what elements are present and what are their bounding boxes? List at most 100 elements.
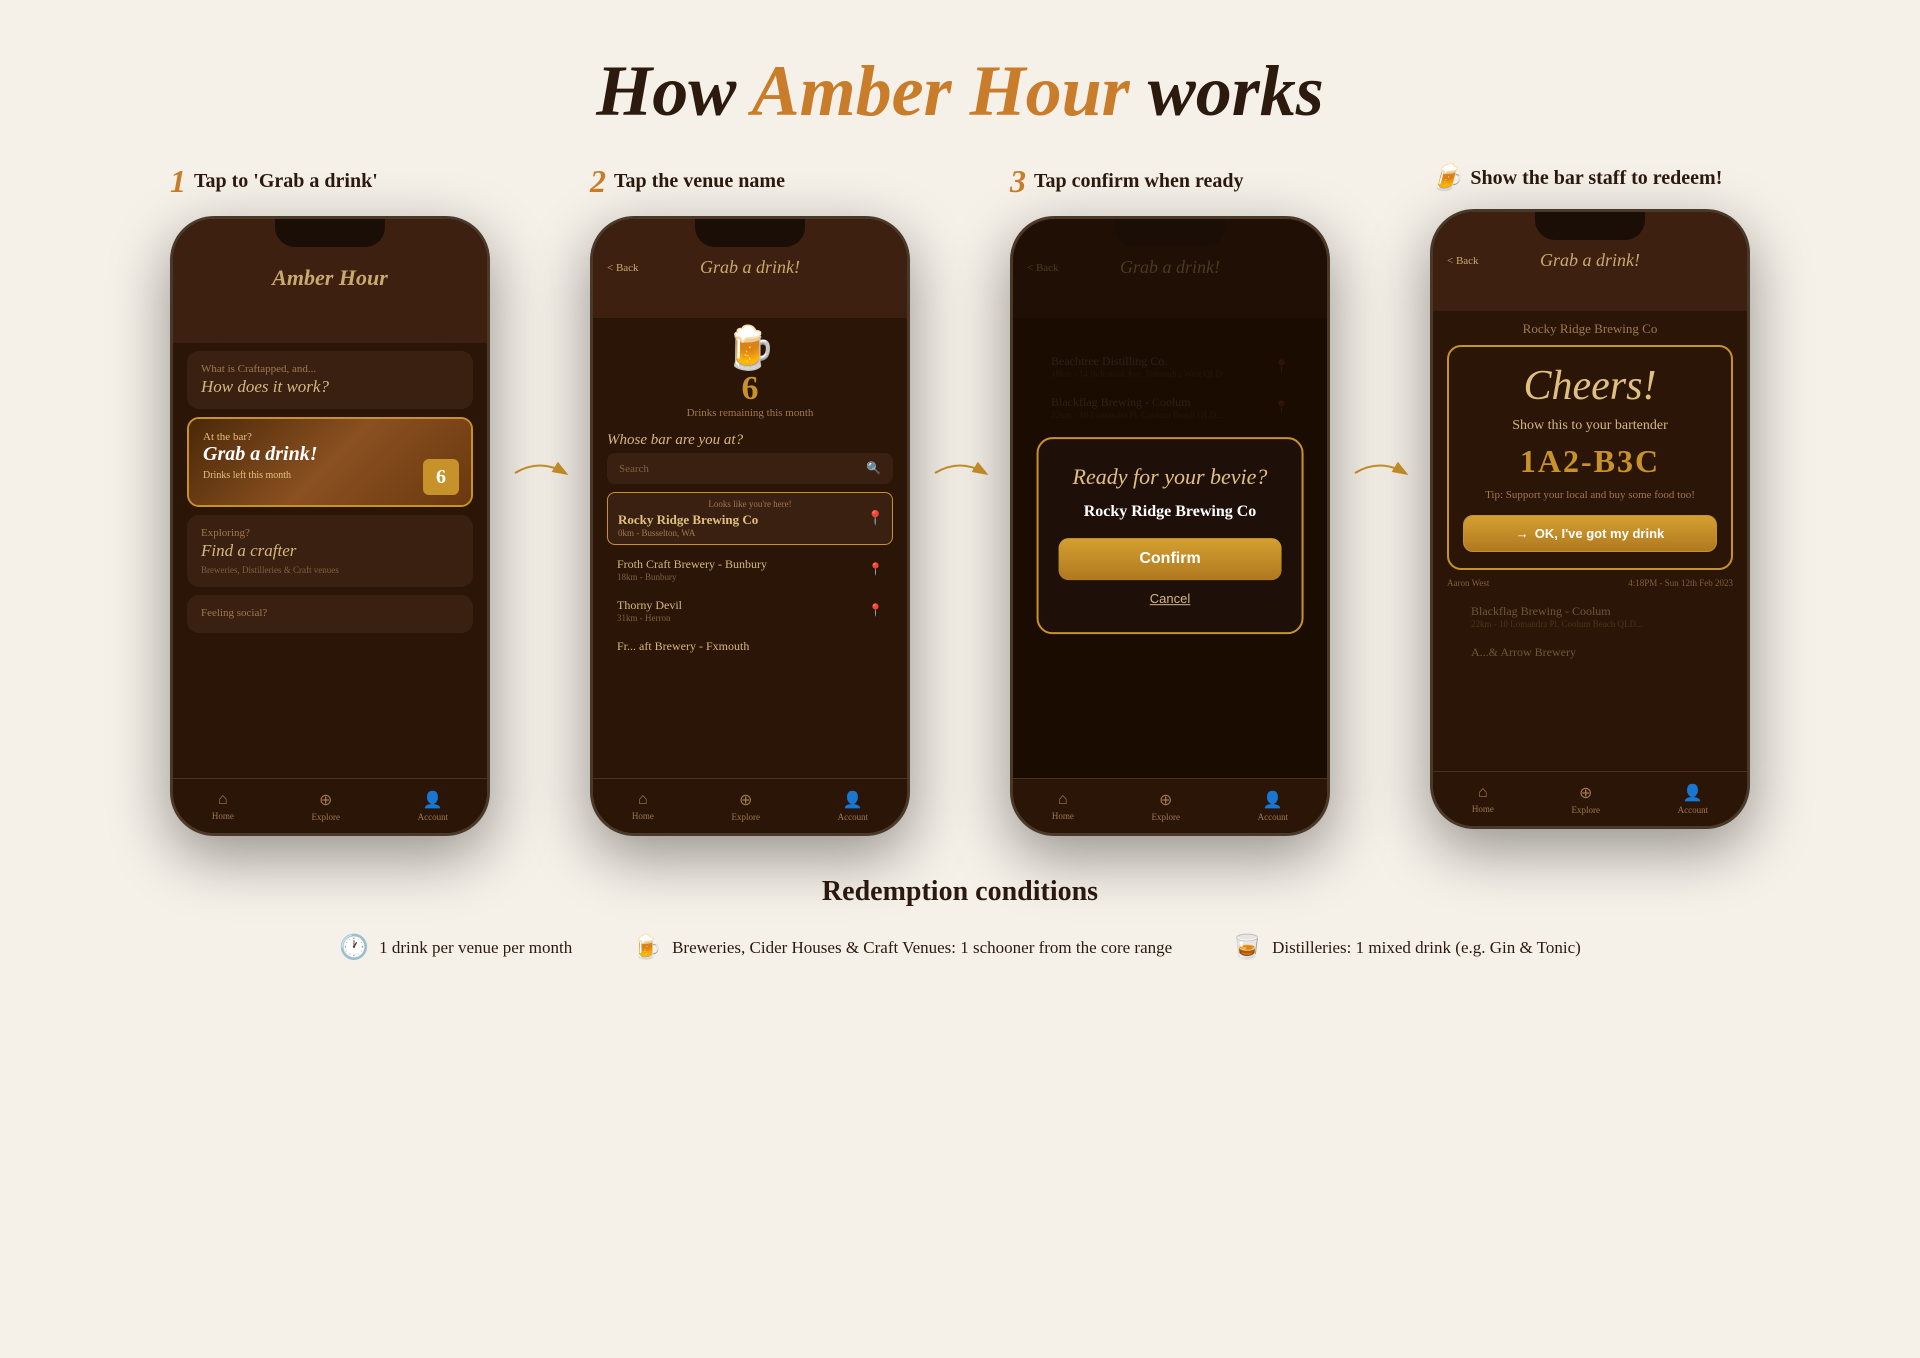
phone4-bg-venue-1: Blackflag Brewing - Coolum 22km - 10 Lom… xyxy=(1461,598,1719,635)
phone2-search[interactable]: Search 🔍 xyxy=(607,453,893,484)
arrow-right-icon: → xyxy=(1516,526,1529,541)
step-2-header: 2 Tap the venue name xyxy=(580,163,920,200)
phone1-card3-title: Feeling social? xyxy=(201,607,459,619)
title-how: How xyxy=(596,51,751,131)
phone2-drinks-label: Drinks remaining this month xyxy=(667,407,834,419)
phone2-back[interactable]: < Back xyxy=(607,262,639,274)
phone4-code: 1A2-B3C xyxy=(1463,443,1717,480)
phone2-venue-2-pin: 📍 xyxy=(868,603,883,618)
phone2-venue-1[interactable]: Froth Craft Brewery - Bunbury 18km - Bun… xyxy=(607,551,893,588)
condition-1-text: 1 drink per venue per month xyxy=(379,938,572,958)
phone4-back[interactable]: < Back xyxy=(1447,255,1479,267)
step-3-header: 3 Tap confirm when ready xyxy=(1000,163,1340,200)
phone3-ready-text: Ready for your bevie? xyxy=(1059,463,1282,492)
explore-icon-3: ⊕ xyxy=(1159,790,1172,810)
nav2-account-label: Account xyxy=(838,812,869,822)
ok-got-drink-button[interactable]: → OK, I've got my drink xyxy=(1463,515,1717,552)
phone-2-screen: < Back Grab a drink! 🍺 6 Drinks remainin… xyxy=(593,219,907,833)
phone1-card3[interactable]: Feeling social? xyxy=(187,595,473,633)
phone2-venue-1-dist: 18km - Bunbury xyxy=(617,572,767,582)
step-3-label: Tap confirm when ready xyxy=(1034,170,1243,193)
phone2-highlighted-name: Rocky Ridge Brewing Co xyxy=(618,512,882,528)
cancel-button[interactable]: Cancel xyxy=(1150,592,1190,607)
nav4-account-label: Account xyxy=(1678,805,1709,815)
phone1-card1[interactable]: What is Craftapped, and... How does it w… xyxy=(187,351,473,409)
account-icon-3: 👤 xyxy=(1263,790,1283,810)
phone-4: < Back Grab a drink! Rocky Ridge Brewing… xyxy=(1430,209,1750,829)
step-2: 2 Tap the venue name < Back Grab a drink… xyxy=(580,163,920,836)
step-3-number: 3 xyxy=(1010,163,1026,200)
condition-2-text: Breweries, Cider Houses & Craft Venues: … xyxy=(672,938,1172,958)
nav1-explore[interactable]: ⊕ Explore xyxy=(311,790,340,822)
nav1-home-label: Home xyxy=(212,811,234,821)
redemption-section: Redemption conditions 🕐 1 drink per venu… xyxy=(0,836,1920,982)
phone4-show-text: Show this to your bartender xyxy=(1463,417,1717,435)
beer-icon-condition: 🍺 xyxy=(632,933,662,962)
nav3-explore[interactable]: ⊕ Explore xyxy=(1151,790,1180,822)
phone-3-screen: < Back Grab a drink! Beachtree Distillin… xyxy=(1013,219,1327,833)
step-4: 🍺 Show the bar staff to redeem! < Back G… xyxy=(1420,163,1760,829)
phone2-highlighted-venue[interactable]: Looks like you're here! Rocky Ridge Brew… xyxy=(607,492,893,545)
phone2-venue-1-pin: 📍 xyxy=(868,562,883,577)
phone4-nav: ⌂ Home ⊕ Explore 👤 Account xyxy=(1433,771,1747,826)
condition-1: 🕐 1 drink per venue per month xyxy=(339,933,572,962)
phone2-venue-1-name: Froth Craft Brewery - Bunbury xyxy=(617,557,767,572)
nav1-account[interactable]: 👤 Account xyxy=(418,790,449,822)
step-4-label: Show the bar staff to redeem! xyxy=(1470,167,1722,190)
step-1-number: 1 xyxy=(170,163,186,200)
explore-icon-4: ⊕ xyxy=(1579,783,1592,803)
phone1-nav: ⌂ Home ⊕ Explore 👤 Account xyxy=(173,778,487,833)
phone1-card2-subtitle: Find a crafter xyxy=(201,541,459,561)
nav4-explore[interactable]: ⊕ Explore xyxy=(1571,783,1600,815)
arrow-3 xyxy=(1340,453,1420,493)
nav4-home[interactable]: ⌂ Home xyxy=(1472,784,1494,814)
explore-icon: ⊕ xyxy=(319,790,332,810)
redemption-title: Redemption conditions xyxy=(0,876,1920,908)
phone2-pin-icon: 📍 xyxy=(867,510,884,527)
nav1-account-label: Account xyxy=(418,812,449,822)
phone1-card2-title: Exploring? xyxy=(201,527,459,539)
step-4-header: 🍺 Show the bar staff to redeem! xyxy=(1420,163,1760,193)
title-works: works xyxy=(1130,51,1324,131)
nav3-home-label: Home xyxy=(1052,811,1074,821)
phone4-brewery: Rocky Ridge Brewing Co xyxy=(1447,321,1733,337)
phone2-search-placeholder: Search xyxy=(619,463,649,475)
phone1-grab-card[interactable]: At the bar? Grab a drink! Drinks left th… xyxy=(187,417,473,507)
phone4-bg-venue-2: A...& Arrow Brewery xyxy=(1461,639,1719,666)
nav3-home[interactable]: ⌂ Home xyxy=(1052,791,1074,821)
phone1-grab-title: Grab a drink! xyxy=(203,443,457,466)
phone4-cheers: Cheers! xyxy=(1463,363,1717,409)
nav2-account[interactable]: 👤 Account xyxy=(838,790,869,822)
phone4-title: Grab a drink! xyxy=(1540,250,1640,271)
confirm-button[interactable]: Confirm xyxy=(1059,539,1282,581)
nav4-account[interactable]: 👤 Account xyxy=(1678,783,1709,815)
phone1-card2[interactable]: Exploring? Find a crafter Breweries, Dis… xyxy=(187,515,473,587)
title-amber: Amber Hour xyxy=(752,51,1130,131)
phone2-nav: ⌂ Home ⊕ Explore 👤 Account xyxy=(593,778,907,833)
phone2-venue-2-dist: 31km - Herron xyxy=(617,613,682,623)
phone2-venue-3[interactable]: Fr... aft Brewery - Fxmouth xyxy=(607,633,893,660)
phone-1: Amber Hour What is Craftapped, and... Ho… xyxy=(170,216,490,836)
phone2-looks-like: Looks like you're here! xyxy=(618,499,882,509)
nav1-home[interactable]: ⌂ Home xyxy=(212,791,234,821)
beer-glass-icon: 🍺 xyxy=(724,328,776,370)
phone2-title: Grab a drink! xyxy=(700,257,800,278)
nav3-explore-label: Explore xyxy=(1151,812,1180,822)
nav3-account-label: Account xyxy=(1258,812,1289,822)
phone-1-screen: Amber Hour What is Craftapped, and... Ho… xyxy=(173,219,487,833)
arrow-1 xyxy=(500,453,580,493)
phone1-card1-subtitle: How does it work? xyxy=(201,377,459,397)
home-icon-2: ⌂ xyxy=(638,791,648,809)
step-1: 1 Tap to 'Grab a drink' Amber Hour What … xyxy=(160,163,500,836)
phone4-footer: Aaron West 4:18PM - Sun 12th Feb 2023 xyxy=(1447,578,1733,588)
phone2-venue-2[interactable]: Thorny Devil 31km - Herron 📍 xyxy=(607,592,893,629)
phone2-venue-3-name: Fr... aft Brewery - Fxmouth xyxy=(617,639,749,654)
phone3-nav: ⌂ Home ⊕ Explore 👤 Account xyxy=(1013,778,1327,833)
step-2-label: Tap the venue name xyxy=(614,170,785,193)
nav2-home[interactable]: ⌂ Home xyxy=(632,791,654,821)
nav2-home-label: Home xyxy=(632,811,654,821)
nav2-explore[interactable]: ⊕ Explore xyxy=(731,790,760,822)
nav3-account[interactable]: 👤 Account xyxy=(1258,790,1289,822)
account-icon-4: 👤 xyxy=(1683,783,1703,803)
phone-2: < Back Grab a drink! 🍺 6 Drinks remainin… xyxy=(590,216,910,836)
